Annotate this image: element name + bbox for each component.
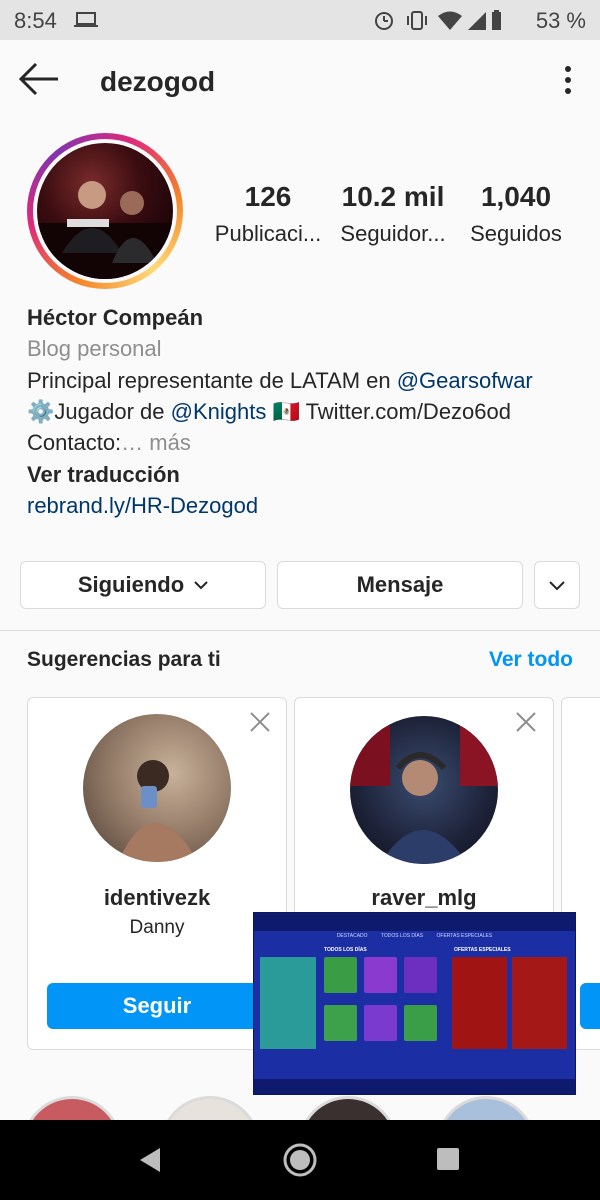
following-button[interactable]: Siguiendo: [20, 561, 266, 609]
preview-featured: [260, 957, 316, 1049]
followers-count[interactable]: 10.2 mil: [328, 181, 458, 213]
mention-link[interactable]: @Gearsofwar: [397, 368, 533, 393]
close-icon[interactable]: [514, 710, 538, 734]
status-icons: [372, 8, 502, 32]
suggestion-username[interactable]: identivezk: [27, 885, 287, 911]
preview-item: [364, 1005, 397, 1041]
profile-category: Blog personal: [27, 336, 162, 361]
profile-name: Héctor Compeán: [27, 305, 204, 330]
preview-tab: OFERTAS ESPECIALES: [436, 933, 493, 939]
followers-label[interactable]: Seguidor...: [328, 221, 458, 247]
profile-avatar[interactable]: [37, 143, 173, 279]
following-count[interactable]: 1,040: [451, 181, 581, 213]
chevron-down-icon: [194, 581, 208, 590]
preview-section-label: TODOS LOS DÍAS: [324, 947, 367, 953]
suggestion-avatar[interactable]: [83, 714, 231, 862]
battery-percent: 53 %: [535, 8, 586, 33]
back-nav-icon[interactable]: [138, 1147, 162, 1173]
bio-line-1: Principal representante de LATAM en @Gea…: [27, 368, 533, 394]
suggestion-username[interactable]: raver_mlg: [294, 885, 554, 911]
preview-item: [324, 1005, 357, 1041]
following-label: Siguiendo: [77, 572, 185, 597]
close-icon[interactable]: [248, 710, 272, 734]
suggestions-toggle-button[interactable]: [534, 561, 580, 609]
follow-button-partial[interactable]: [580, 983, 600, 1029]
gear-emoji-icon: ⚙️: [27, 399, 55, 424]
signal-icon: [468, 12, 486, 30]
preview-tab: TODOS LOS DÍAS: [380, 933, 424, 939]
preview-topbar: [254, 913, 575, 931]
follow-label: Seguir: [122, 993, 192, 1018]
section-divider: [0, 630, 600, 631]
preview-tab: DESTACADO: [336, 933, 368, 939]
vibrate-icon: [407, 11, 427, 30]
profile-username: dezogod: [100, 66, 216, 97]
preview-special: [452, 957, 507, 1049]
preview-item: [404, 1005, 437, 1041]
bio-text: Principal representante de LATAM en: [27, 368, 397, 393]
following-label[interactable]: Seguidos: [451, 221, 581, 247]
screenshot-preview[interactable]: DESTACADO TODOS LOS DÍAS OFERTAS ESPECIA…: [253, 912, 576, 1095]
mention-link[interactable]: @Knights: [171, 399, 267, 424]
suggestions-title: Sugerencias para ti: [27, 648, 221, 671]
bio-text: Jugador de: [54, 399, 171, 424]
preview-item: [404, 957, 437, 993]
follow-button[interactable]: Seguir: [47, 983, 267, 1029]
preview-section-label: OFERTAS ESPECIALES: [454, 947, 511, 953]
laptop-icon: [74, 12, 98, 28]
wifi-icon: [438, 11, 462, 30]
bio-line-3: Contacto:… más: [27, 430, 191, 456]
more-options-icon[interactable]: [560, 64, 576, 96]
suggestion-fullname: Danny: [129, 917, 185, 938]
alarm-icon: [375, 12, 393, 30]
recents-nav-icon[interactable]: [436, 1147, 460, 1171]
preview-item: [324, 957, 357, 993]
mexico-flag-icon: 🇲🇽: [272, 399, 300, 424]
bio-text: Contacto:: [27, 430, 122, 455]
bio-text: Twitter.com/Dezo6od: [299, 399, 511, 424]
suggestion-avatar[interactable]: [350, 716, 498, 864]
message-label: Mensaje: [356, 572, 444, 597]
preview-special: [512, 957, 567, 1049]
chevron-down-icon: [549, 581, 565, 590]
preview-item: [364, 957, 397, 993]
bio-line-2: ⚙️Jugador de @Knights 🇲🇽 Twitter.com/Dez…: [27, 399, 511, 425]
see-all-link[interactable]: Ver todo: [489, 648, 573, 672]
translate-link[interactable]: Ver traducción: [27, 462, 180, 488]
posts-label[interactable]: Publicaci...: [203, 221, 333, 247]
home-nav-icon[interactable]: [282, 1142, 318, 1178]
back-arrow-icon[interactable]: [18, 62, 60, 96]
website-link[interactable]: rebrand.ly/HR-Dezogod: [27, 493, 258, 519]
battery-icon: [492, 10, 501, 30]
preview-footer: [254, 1079, 575, 1094]
preview-tabs: DESTACADO TODOS LOS DÍAS OFERTAS ESPECIA…: [254, 933, 575, 945]
more-link[interactable]: … más: [121, 430, 191, 455]
posts-count[interactable]: 126: [203, 181, 333, 213]
message-button[interactable]: Mensaje: [277, 561, 523, 609]
status-time: 8:54: [14, 8, 57, 33]
